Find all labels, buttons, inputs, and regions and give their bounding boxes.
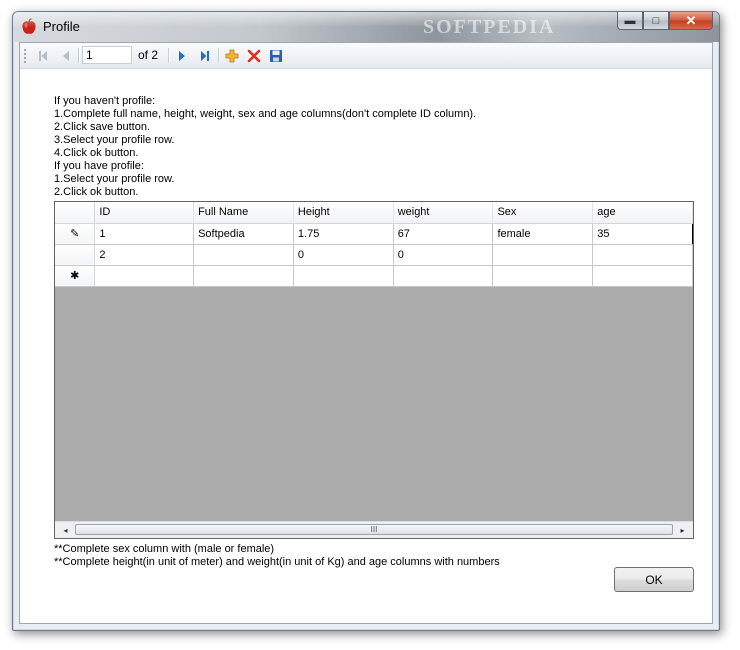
cell-sex[interactable] bbox=[492, 265, 594, 287]
column-header-sex[interactable]: Sex bbox=[492, 202, 594, 224]
cell-weight[interactable]: 0 bbox=[393, 244, 494, 266]
save-button[interactable] bbox=[266, 46, 286, 65]
binding-navigator: 1 of 2 bbox=[20, 43, 712, 69]
maximize-button[interactable]: □ bbox=[643, 12, 669, 30]
row-header[interactable] bbox=[55, 244, 96, 266]
ok-button[interactable]: OK bbox=[614, 567, 694, 592]
scrollbar-thumb[interactable]: III bbox=[75, 524, 673, 535]
row-header-edit-pencil-icon[interactable]: ✎ bbox=[55, 223, 96, 245]
cell-sex[interactable]: female bbox=[492, 223, 594, 245]
horizontal-scrollbar[interactable]: ◂ III ▸ bbox=[55, 521, 693, 538]
move-first-button[interactable] bbox=[33, 46, 53, 65]
top-left-header-cell[interactable] bbox=[55, 202, 96, 224]
move-next-icon bbox=[179, 50, 185, 61]
table-row[interactable]: ✎ 1 Softpedia 1.75 67 female 35 bbox=[55, 223, 693, 245]
cell-full-name[interactable]: Softpedia bbox=[193, 223, 294, 245]
floppy-disk-icon bbox=[270, 49, 282, 62]
move-last-button[interactable] bbox=[195, 46, 215, 65]
toolbar-separator bbox=[168, 48, 170, 63]
window-controls: ▬ □ ✕ bbox=[617, 12, 713, 32]
instruction-line: If you haven't profile: bbox=[54, 95, 156, 107]
count-item-label: of 2 bbox=[138, 48, 159, 62]
instruction-line: 4.Click ok button. bbox=[54, 147, 139, 159]
profile-data-grid[interactable]: ID Full Name Height weight Sex age ✎ 1 S… bbox=[54, 201, 694, 539]
plus-icon bbox=[225, 49, 239, 62]
instruction-line: 2.Click save button. bbox=[54, 121, 150, 133]
instruction-line: 3.Select your profile row. bbox=[54, 134, 175, 146]
toolbar-separator bbox=[78, 48, 80, 63]
delete-x-icon bbox=[247, 49, 261, 62]
move-last-icon bbox=[201, 50, 209, 61]
move-previous-icon bbox=[63, 50, 69, 61]
scroll-left-arrow-icon[interactable]: ◂ bbox=[57, 522, 74, 538]
cell-weight[interactable]: 67 bbox=[393, 223, 494, 245]
cell-height[interactable] bbox=[293, 265, 394, 287]
column-header-id[interactable]: ID bbox=[94, 202, 195, 224]
profile-window: Profile SOFTPEDIA ▬ □ ✕ 1 of 2 If you ha… bbox=[12, 11, 720, 631]
cell-sex[interactable] bbox=[492, 244, 594, 266]
instruction-line: 1.Complete full name, height, weight, se… bbox=[54, 108, 477, 120]
move-next-button[interactable] bbox=[172, 46, 192, 65]
add-new-button[interactable] bbox=[222, 46, 242, 65]
cell-age[interactable]: 35 bbox=[592, 223, 693, 245]
title-bar[interactable]: Profile SOFTPEDIA ▬ □ ✕ bbox=[13, 12, 719, 42]
notes-text: **Complete sex column with (male or fema… bbox=[54, 543, 500, 569]
toolbar-grip[interactable] bbox=[24, 49, 26, 63]
grid-header-row: ID Full Name Height weight Sex age bbox=[55, 202, 693, 224]
column-header-height[interactable]: Height bbox=[293, 202, 394, 224]
instruction-line: If you have profile: bbox=[54, 160, 144, 172]
scroll-right-arrow-icon[interactable]: ▸ bbox=[674, 522, 691, 538]
column-header-full-name[interactable]: Full Name bbox=[193, 202, 294, 224]
new-row-asterisk-icon[interactable]: ✱ bbox=[55, 265, 96, 287]
new-row[interactable]: ✱ bbox=[55, 265, 693, 287]
form-client-area: 1 of 2 If you haven't profile: 1.Complet… bbox=[19, 42, 713, 624]
table-row[interactable]: 2 0 0 bbox=[55, 244, 693, 266]
instruction-line: 2.Click ok button. bbox=[54, 186, 139, 198]
note-line: **Complete height(in unit of meter) and … bbox=[54, 556, 500, 568]
move-first-icon bbox=[39, 50, 47, 61]
cell-height[interactable]: 0 bbox=[293, 244, 394, 266]
cell-weight[interactable] bbox=[393, 265, 494, 287]
toolbar-separator bbox=[218, 48, 220, 63]
move-previous-button[interactable] bbox=[56, 46, 76, 65]
cell-id[interactable]: 1 bbox=[94, 223, 195, 245]
cell-id[interactable] bbox=[94, 265, 195, 287]
cell-age[interactable] bbox=[592, 244, 693, 266]
cell-full-name[interactable] bbox=[193, 244, 294, 266]
apple-icon bbox=[22, 18, 36, 34]
cell-height[interactable]: 1.75 bbox=[293, 223, 394, 245]
delete-button[interactable] bbox=[244, 46, 264, 65]
grid-table: ID Full Name Height weight Sex age ✎ 1 S… bbox=[55, 202, 693, 287]
close-button[interactable]: ✕ bbox=[669, 12, 713, 30]
position-item-input[interactable]: 1 bbox=[82, 46, 132, 64]
instruction-line: 1.Select your profile row. bbox=[54, 173, 175, 185]
cell-age[interactable] bbox=[592, 265, 693, 287]
softpedia-watermark: SOFTPEDIA bbox=[423, 16, 556, 38]
note-line: **Complete sex column with (male or fema… bbox=[54, 543, 275, 555]
cell-id[interactable]: 2 bbox=[94, 244, 195, 266]
column-header-weight[interactable]: weight bbox=[393, 202, 494, 224]
minimize-button[interactable]: ▬ bbox=[617, 12, 643, 30]
window-title: Profile bbox=[43, 19, 80, 34]
column-header-age[interactable]: age bbox=[592, 202, 693, 224]
cell-full-name[interactable] bbox=[193, 265, 294, 287]
instructions-text: If you haven't profile: 1.Complete full … bbox=[54, 95, 476, 199]
